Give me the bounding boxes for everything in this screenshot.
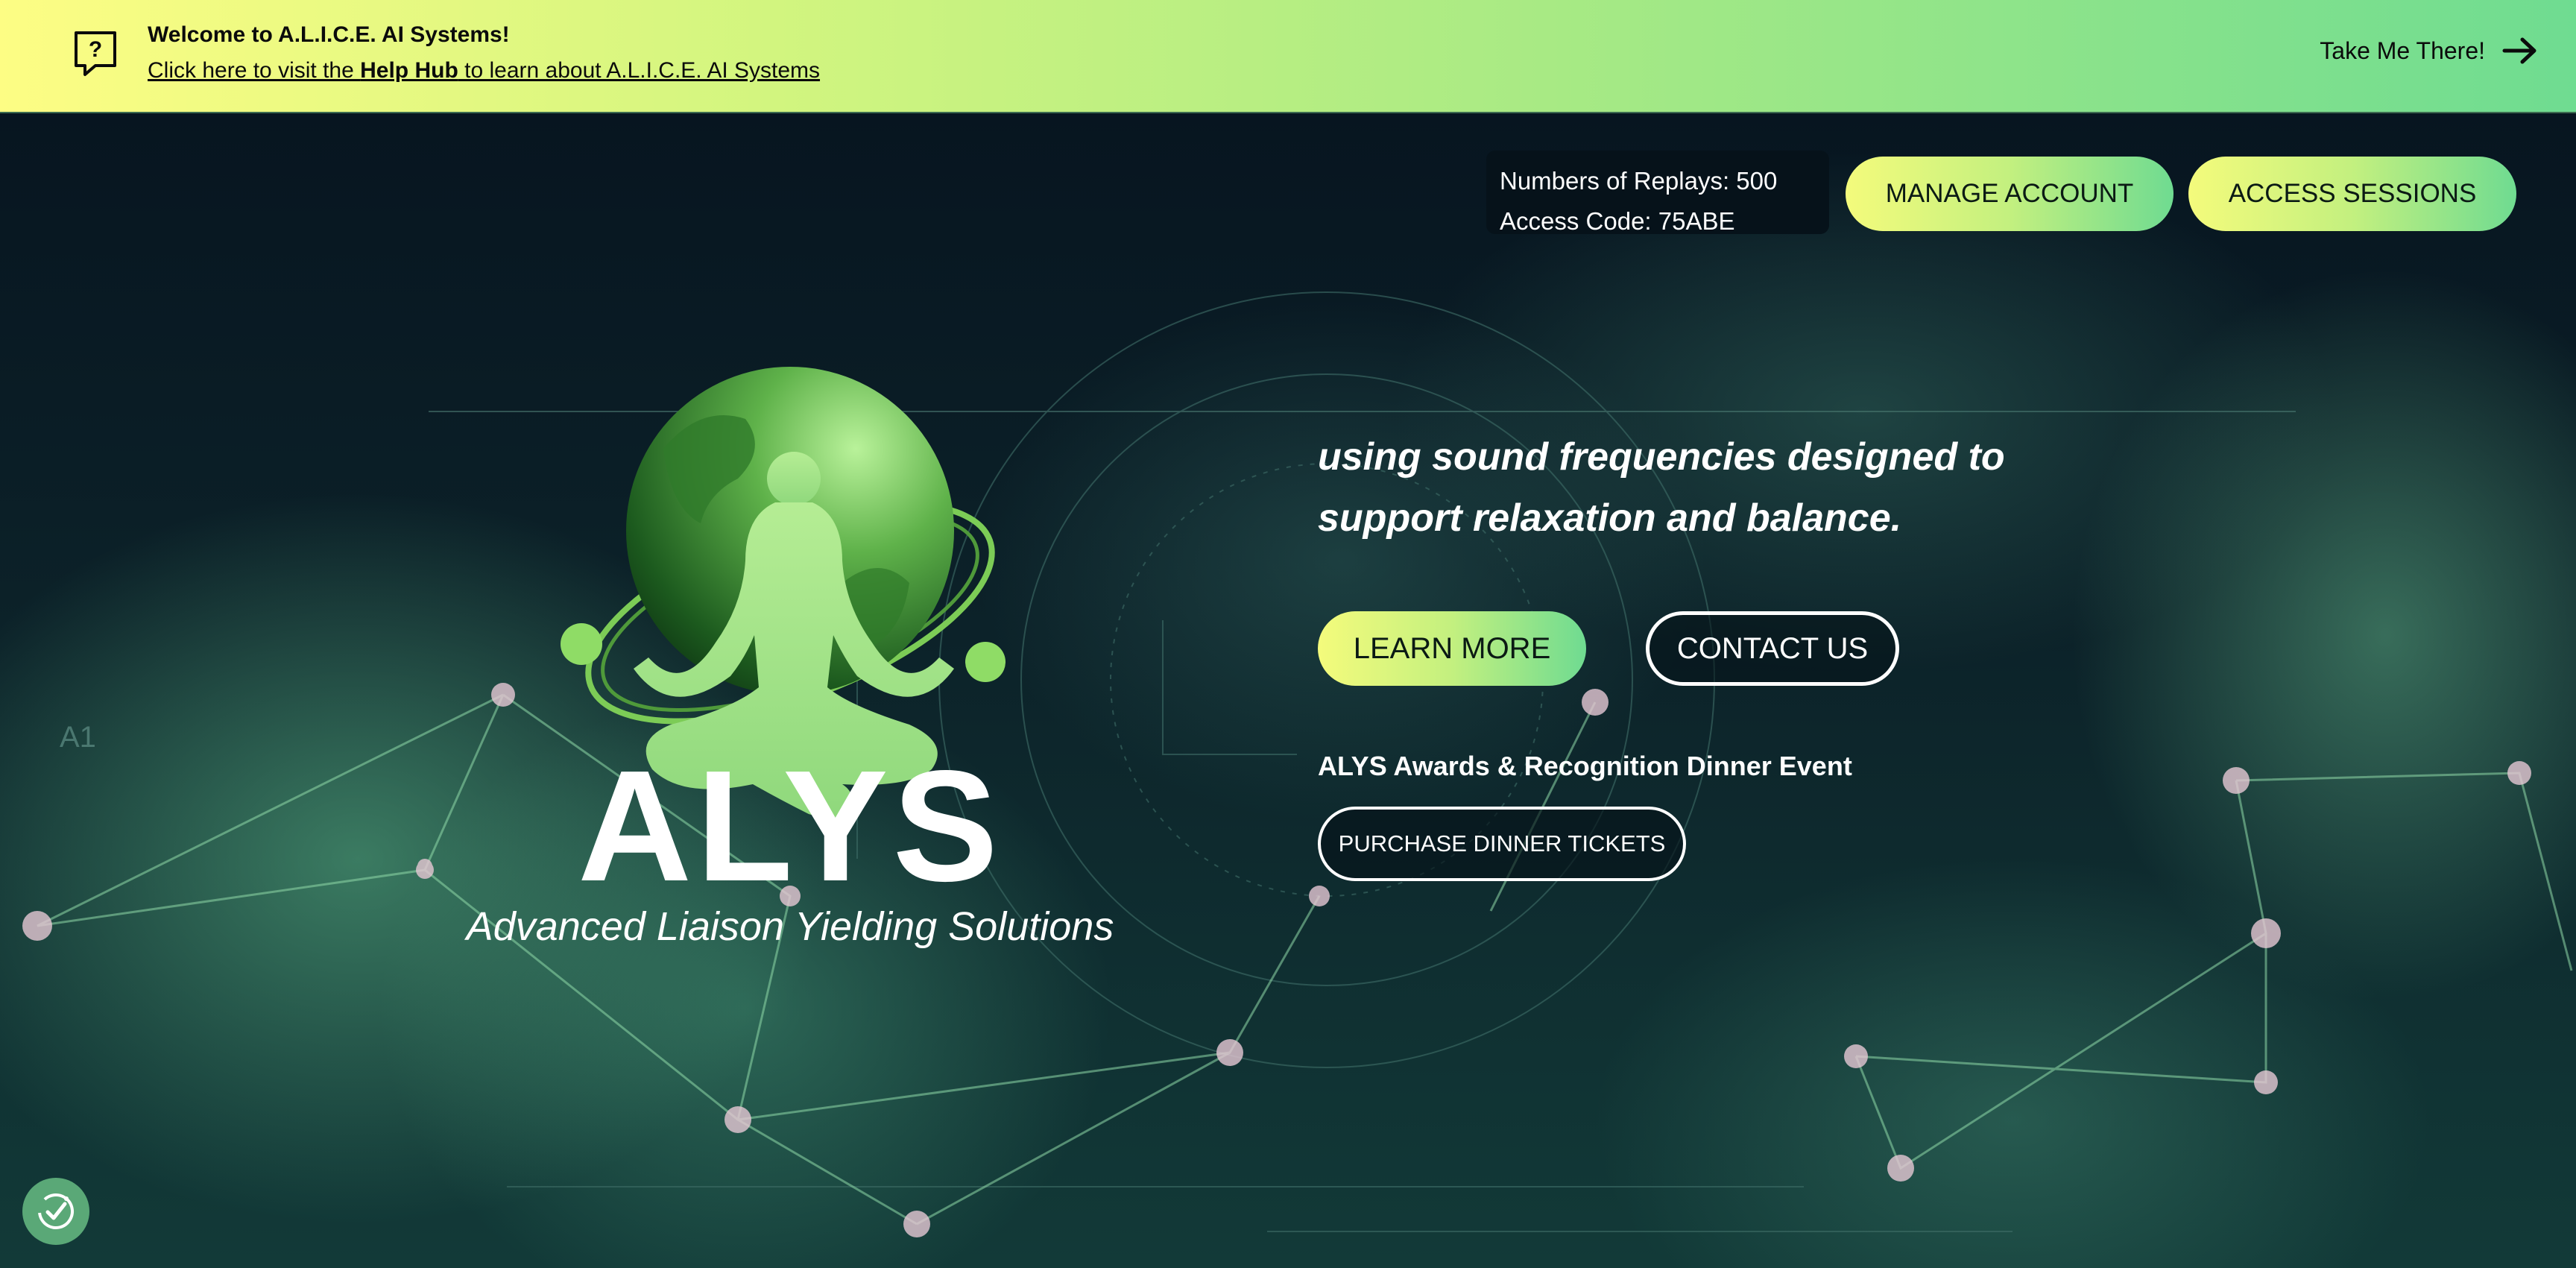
event-heading: ALYS Awards & Recognition Dinner Event <box>1318 751 1852 781</box>
help-hub-link-bold: Help Hub <box>360 58 458 83</box>
replays-count: Numbers of Replays: 500 <box>1500 167 1778 195</box>
logo-subtitle: Advanced Liaison Yielding Solutions <box>466 904 1114 949</box>
help-hub-link-prefix: Click here to visit the <box>148 58 361 83</box>
manage-account-button[interactable]: MANAGE ACCOUNT <box>1846 157 2174 231</box>
learn-more-button[interactable]: LEARN MORE <box>1318 611 1586 686</box>
banner-title: Welcome to A.L.I.C.E. AI Systems! <box>148 22 510 47</box>
take-me-there-button[interactable]: Take Me There! <box>2320 36 2539 66</box>
help-hub-link-suffix: to learn about A.L.I.C.E. AI Systems <box>458 58 821 83</box>
access-code: Access Code: 75ABE <box>1500 207 1735 235</box>
logo-wordmark: ALYS <box>578 737 1003 914</box>
accessibility-widget-button[interactable] <box>22 1178 89 1245</box>
grid-label-a1: A1 <box>60 721 96 754</box>
contact-us-button[interactable]: CONTACT US <box>1646 611 1899 686</box>
account-info-panel: Numbers of Replays: 500 Access Code: 75A… <box>1486 151 1829 235</box>
hero-tagline: using sound frequencies designed to supp… <box>1318 435 2005 540</box>
purchase-dinner-tickets-button[interactable]: PURCHASE DINNER TICKETS <box>1318 807 1686 881</box>
access-sessions-button[interactable]: ACCESS SESSIONS <box>2188 157 2516 231</box>
help-hub-link[interactable]: Click here to visit the Help Hub to lear… <box>148 58 820 83</box>
hero-section: A1 A2 Numbers of Replays: 500 Access Cod… <box>0 113 2576 1268</box>
take-me-there-label: Take Me There! <box>2320 37 2485 64</box>
svg-text:?: ? <box>89 37 102 62</box>
accessibility-check-icon <box>38 1193 74 1229</box>
network-background-graphic: A1 A2 <box>22 291 2573 1237</box>
help-bubble-icon: ? <box>75 31 116 76</box>
arrow-right-icon <box>2502 37 2536 64</box>
help-hub-banner: ? Welcome to A.L.I.C.E. AI Systems! Clic… <box>0 0 2576 113</box>
